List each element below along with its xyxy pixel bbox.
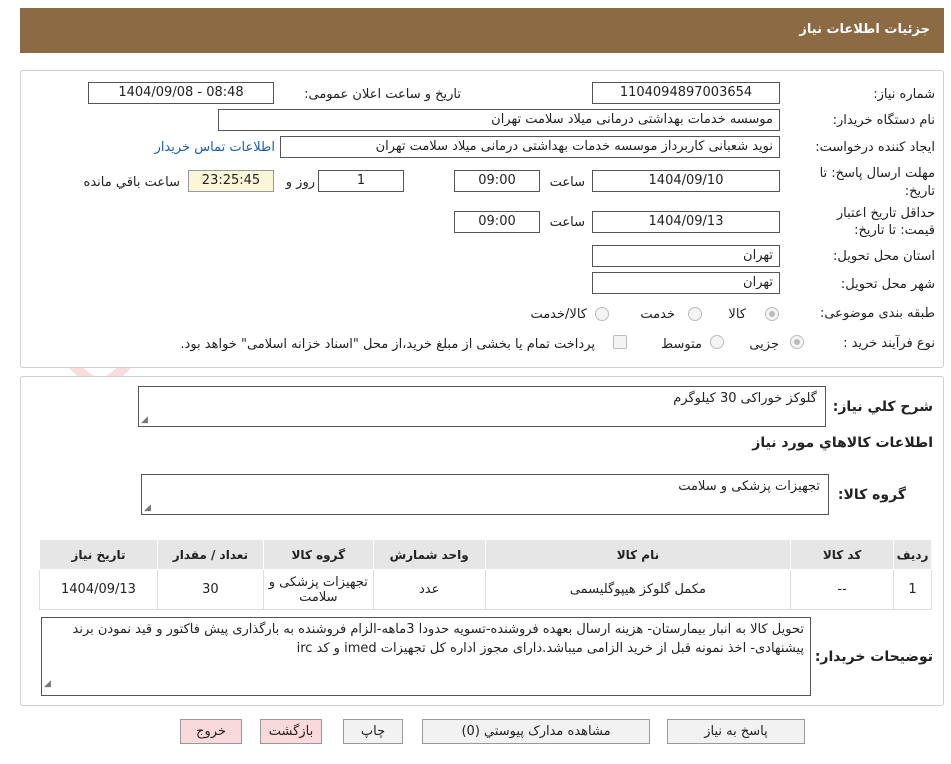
col-unit-header: واحد شمارش — [372, 539, 486, 570]
need-number-label: شماره نیاز: — [873, 87, 935, 102]
process-option-medium: متوسط — [661, 337, 702, 352]
col-name-header: نام کالا — [484, 539, 792, 570]
summary-field: گلوکز خوراکی 30 کیلوگرم ◢ — [138, 386, 826, 427]
announce-label: تاریخ و ساعت اعلان عمومی: — [304, 87, 461, 102]
cell-date: 1404/09/13 — [39, 569, 158, 610]
back-button[interactable]: بازگشت — [260, 719, 322, 744]
col-group-header: گروه کالا — [262, 539, 374, 570]
cell-code: -- — [790, 569, 895, 610]
buyer-org-field: موسسه خدمات بهداشتی درمانی میلاد سلامت ت… — [218, 109, 780, 131]
need-number-field: 1104094897003654 — [592, 82, 780, 104]
validity-label-2: قیمت: تا تاریخ: — [854, 223, 935, 238]
buyer-notes-text: تحویل کالا به انبار بیمارستان- هزینه ارس… — [72, 622, 805, 656]
days-label: روز و — [285, 175, 315, 190]
category-option-goods: کالا — [728, 307, 746, 322]
creator-label: ایجاد کننده درخواست: — [815, 140, 935, 155]
deadline-time-label: ساعت — [549, 175, 585, 190]
resize-grip-icon[interactable]: ◢ — [141, 415, 148, 425]
col-code-header: کد کالا — [790, 539, 895, 570]
category-radio-service[interactable] — [688, 307, 702, 321]
buyer-notes-label: توضیحات خریدار: — [814, 649, 933, 665]
deadline-label-2: تاریخ: — [904, 184, 935, 199]
cell-unit: عدد — [372, 569, 486, 610]
buyer-org-label: نام دستگاه خریدار: — [832, 113, 935, 128]
process-radio-medium[interactable] — [710, 335, 724, 349]
category-option-goods-service: کالا/خدمت — [530, 307, 587, 322]
announce-field: 1404/09/08 - 08:48 — [88, 82, 274, 104]
reply-button[interactable]: پاسخ به نیاز — [667, 719, 805, 744]
buyer-notes-field: تحویل کالا به انبار بیمارستان- هزینه ارس… — [41, 617, 811, 696]
cell-qty: 30 — [156, 569, 264, 610]
province-field: تهران — [592, 245, 780, 267]
remaining-time-label: ساعت باقي مانده — [83, 175, 180, 190]
goods-info-title: اطلاعات کالاهاي مورد نياز — [752, 435, 933, 451]
creator-field: نوید شعبانی کاربرداز موسسه خدمات بهداشتی… — [280, 136, 780, 158]
resize-grip-icon[interactable]: ◢ — [44, 675, 51, 694]
deadline-time-field: 09:00 — [454, 170, 540, 192]
summary-label: شرح کلي نياز: — [832, 399, 933, 415]
process-label: نوع فرآیند خرید : — [843, 336, 935, 351]
validity-time-label: ساعت — [549, 215, 585, 230]
group-field: تجهیزات پزشکی و سلامت ◢ — [141, 474, 829, 515]
city-field: تهران — [592, 272, 780, 294]
print-button[interactable]: چاپ — [343, 719, 403, 744]
days-field: 1 — [318, 170, 404, 192]
category-radio-goods-service[interactable] — [595, 307, 609, 321]
validity-time-field: 09:00 — [454, 211, 540, 233]
category-radio-goods[interactable] — [765, 307, 779, 321]
page-title: جزئیات اطلاعات نیاز — [799, 22, 930, 37]
attachments-button[interactable]: مشاهده مدارک پیوستي (0) — [422, 719, 650, 744]
city-label: شهر محل تحویل: — [840, 277, 935, 292]
page-header: جزئیات اطلاعات نیاز — [20, 8, 944, 53]
cell-row: 1 — [893, 569, 932, 610]
cell-group: تجهیزات پزشکی و سلامت — [262, 569, 374, 610]
treasury-checkbox[interactable] — [613, 335, 627, 349]
exit-button[interactable]: خروج — [180, 719, 242, 744]
table-header-row: رديف کد کالا نام کالا واحد شمارش گروه کا… — [39, 539, 932, 570]
group-label: گروه کالا: — [837, 487, 906, 503]
province-label: استان محل تحویل: — [833, 249, 935, 264]
col-row-header: رديف — [893, 539, 932, 570]
col-date-header: تاریخ نیاز — [39, 539, 158, 570]
remaining-time-field: 23:25:45 — [188, 170, 274, 192]
group-text: تجهیزات پزشکی و سلامت — [678, 479, 820, 494]
treasury-note: پرداخت تمام یا بخشی از مبلغ خرید،از محل … — [180, 337, 595, 352]
process-option-minor: جزیی — [749, 337, 779, 352]
category-label: طبقه بندی موضوعی: — [819, 306, 935, 321]
cell-name: مکمل گلوکز هیپوگلیسمی — [484, 569, 792, 610]
col-qty-header: تعداد / مقدار — [156, 539, 264, 570]
buyer-contact-link[interactable]: اطلاعات تماس خریدار — [155, 140, 275, 155]
validity-date-field: 1404/09/13 — [592, 211, 780, 233]
process-radio-minor[interactable] — [790, 335, 804, 349]
goods-table: رديف کد کالا نام کالا واحد شمارش گروه کا… — [39, 539, 932, 610]
deadline-date-field: 1404/09/10 — [592, 170, 780, 192]
deadline-label-1: مهلت ارسال پاسخ: تا — [819, 166, 935, 181]
category-option-service: خدمت — [640, 307, 675, 322]
summary-text: گلوکز خوراکی 30 کیلوگرم — [673, 391, 817, 406]
table-row: 1 -- مکمل گلوکز هیپوگلیسمی عدد تجهیزات پ… — [39, 569, 932, 610]
resize-grip-icon[interactable]: ◢ — [144, 503, 151, 513]
validity-label-1: حداقل تاریخ اعتبار — [836, 206, 935, 221]
